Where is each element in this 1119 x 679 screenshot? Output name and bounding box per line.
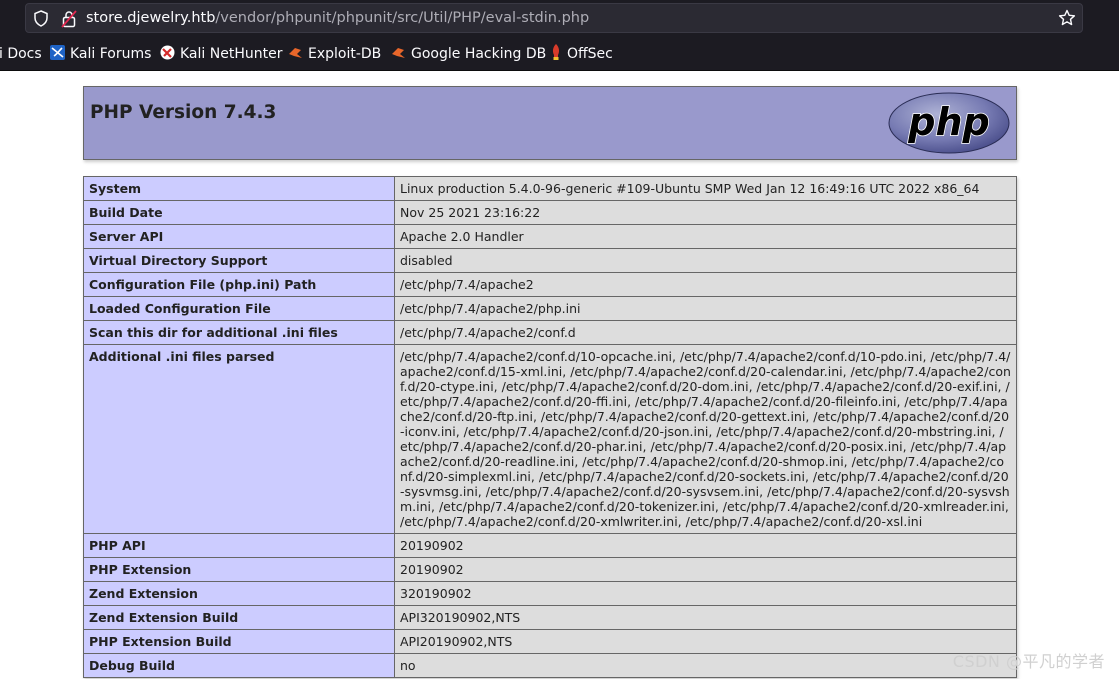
bookmark-exploit-db[interactable]: Exploit-DB [288, 40, 381, 68]
row-key: PHP Extension [83, 557, 395, 582]
table-row: Virtual Directory Support disabled [83, 248, 1017, 273]
table-row: Additional .ini files parsed/etc/php/7.4… [83, 344, 1017, 534]
bookmark-star-icon[interactable] [1058, 9, 1076, 31]
row-value: /etc/php/7.4/apache2/conf.d/10-opcache.i… [394, 344, 1017, 534]
phpinfo-header: PHP Version 7.4.3 php [83, 86, 1017, 160]
bookmark-label: Google Hacking DB [411, 46, 547, 62]
shield-icon[interactable] [33, 10, 49, 31]
url-text[interactable]: store.djewelry.htb/vendor/phpunit/phpuni… [86, 4, 589, 32]
row-key: System [83, 176, 395, 201]
row-key: Loaded Configuration File [83, 296, 395, 321]
url-host: store.djewelry.htb [86, 10, 216, 26]
row-value: API320190902,NTS [394, 605, 1017, 630]
url-path: /vendor/phpunit/phpunit/src/Util/PHP/eva… [215, 10, 590, 26]
row-key: Zend Extension [83, 581, 395, 606]
browser-toolbar: store.djewelry.htb/vendor/phpunit/phpuni… [0, 0, 1119, 71]
bookmark-kali-docs[interactable]: i Docs [0, 40, 42, 68]
row-key: Debug Build [83, 653, 395, 678]
watermark: CSDN @平凡的学者 [952, 652, 1105, 671]
row-key: PHP Extension Build [83, 629, 395, 654]
table-row: Debug Build no [83, 653, 1017, 678]
php-logo[interactable]: php [888, 92, 1010, 158]
php-logo-text: php [907, 100, 989, 144]
ghdb-icon [391, 42, 406, 68]
bookmark-kali-nethunter[interactable]: Kali NetHunter [160, 40, 282, 68]
row-value: /etc/php/7.4/apache2 [394, 272, 1017, 297]
table-row: Scan this dir for additional .ini files /… [83, 320, 1017, 345]
table-row: PHP Extension Build API20190902,NTS [83, 629, 1017, 654]
bookmark-google-hacking-db[interactable]: Google Hacking DB [391, 40, 546, 68]
offsec-icon [550, 42, 562, 68]
row-value: Apache 2.0 Handler [394, 224, 1017, 249]
bookmark-kali-forums[interactable]: Kali Forums [50, 40, 151, 68]
table-row: Zend Extension Build API320190902,NTS [83, 605, 1017, 630]
table-row: Loaded Configuration File/etc/php/7.4/ap… [83, 296, 1017, 321]
bookmark-label: i Docs [0, 46, 42, 62]
kali-forums-icon [50, 42, 65, 68]
row-value: no [394, 653, 1017, 678]
insecure-lock-icon[interactable] [61, 10, 77, 32]
table-row: Configuration File (php.ini) Path/etc/ph… [83, 272, 1017, 297]
row-key: Configuration File (php.ini) Path [83, 272, 395, 297]
bookmarks-bar: i Docs Kali Forums Kali NetHunter Exploi… [0, 40, 1119, 68]
table-row: Zend Extension 320190902 [83, 581, 1017, 606]
bookmark-label: OffSec [567, 46, 613, 62]
kali-nethunter-icon [160, 42, 175, 68]
table-row: System Linux production 5.4.0-96-generic … [83, 176, 1017, 201]
row-key: Build Date [83, 200, 395, 225]
row-value: disabled [394, 248, 1017, 273]
table-row: Build Date Nov 25 2021 23:16:22 [83, 200, 1017, 225]
bookmark-label: Kali NetHunter [180, 46, 283, 62]
row-key: PHP API [83, 533, 395, 558]
row-value: API20190902,NTS [394, 629, 1017, 654]
row-value: 20190902 [394, 557, 1017, 582]
bookmark-label: Exploit-DB [308, 46, 382, 62]
bookmark-label: Kali Forums [70, 46, 152, 62]
address-bar[interactable]: store.djewelry.htb/vendor/phpunit/phpuni… [25, 3, 1083, 33]
row-key: Zend Extension Build [83, 605, 395, 630]
row-value: Nov 25 2021 23:16:22 [394, 200, 1017, 225]
row-value: 320190902 [394, 581, 1017, 606]
row-value: Linux production 5.4.0-96-generic #109-U… [394, 176, 1017, 201]
phpinfo-table: System Linux production 5.4.0-96-generic … [83, 176, 1017, 678]
row-key: Scan this dir for additional .ini files [83, 320, 395, 345]
row-key: Virtual Directory Support [83, 248, 395, 273]
bookmark-offsec[interactable]: OffSec [550, 40, 613, 68]
row-key: Server API [83, 224, 395, 249]
table-row: PHP Extension 20190902 [83, 557, 1017, 582]
table-row: PHP API 20190902 [83, 533, 1017, 558]
row-value: /etc/php/7.4/apache2/conf.d [394, 320, 1017, 345]
table-row: Server API Apache 2.0 Handler [83, 224, 1017, 249]
exploit-db-icon [288, 42, 303, 68]
page-title: PHP Version 7.4.3 [90, 102, 277, 123]
row-value: 20190902 [394, 533, 1017, 558]
row-value: /etc/php/7.4/apache2/php.ini [394, 296, 1017, 321]
row-key: Additional .ini files parsed [83, 344, 395, 534]
